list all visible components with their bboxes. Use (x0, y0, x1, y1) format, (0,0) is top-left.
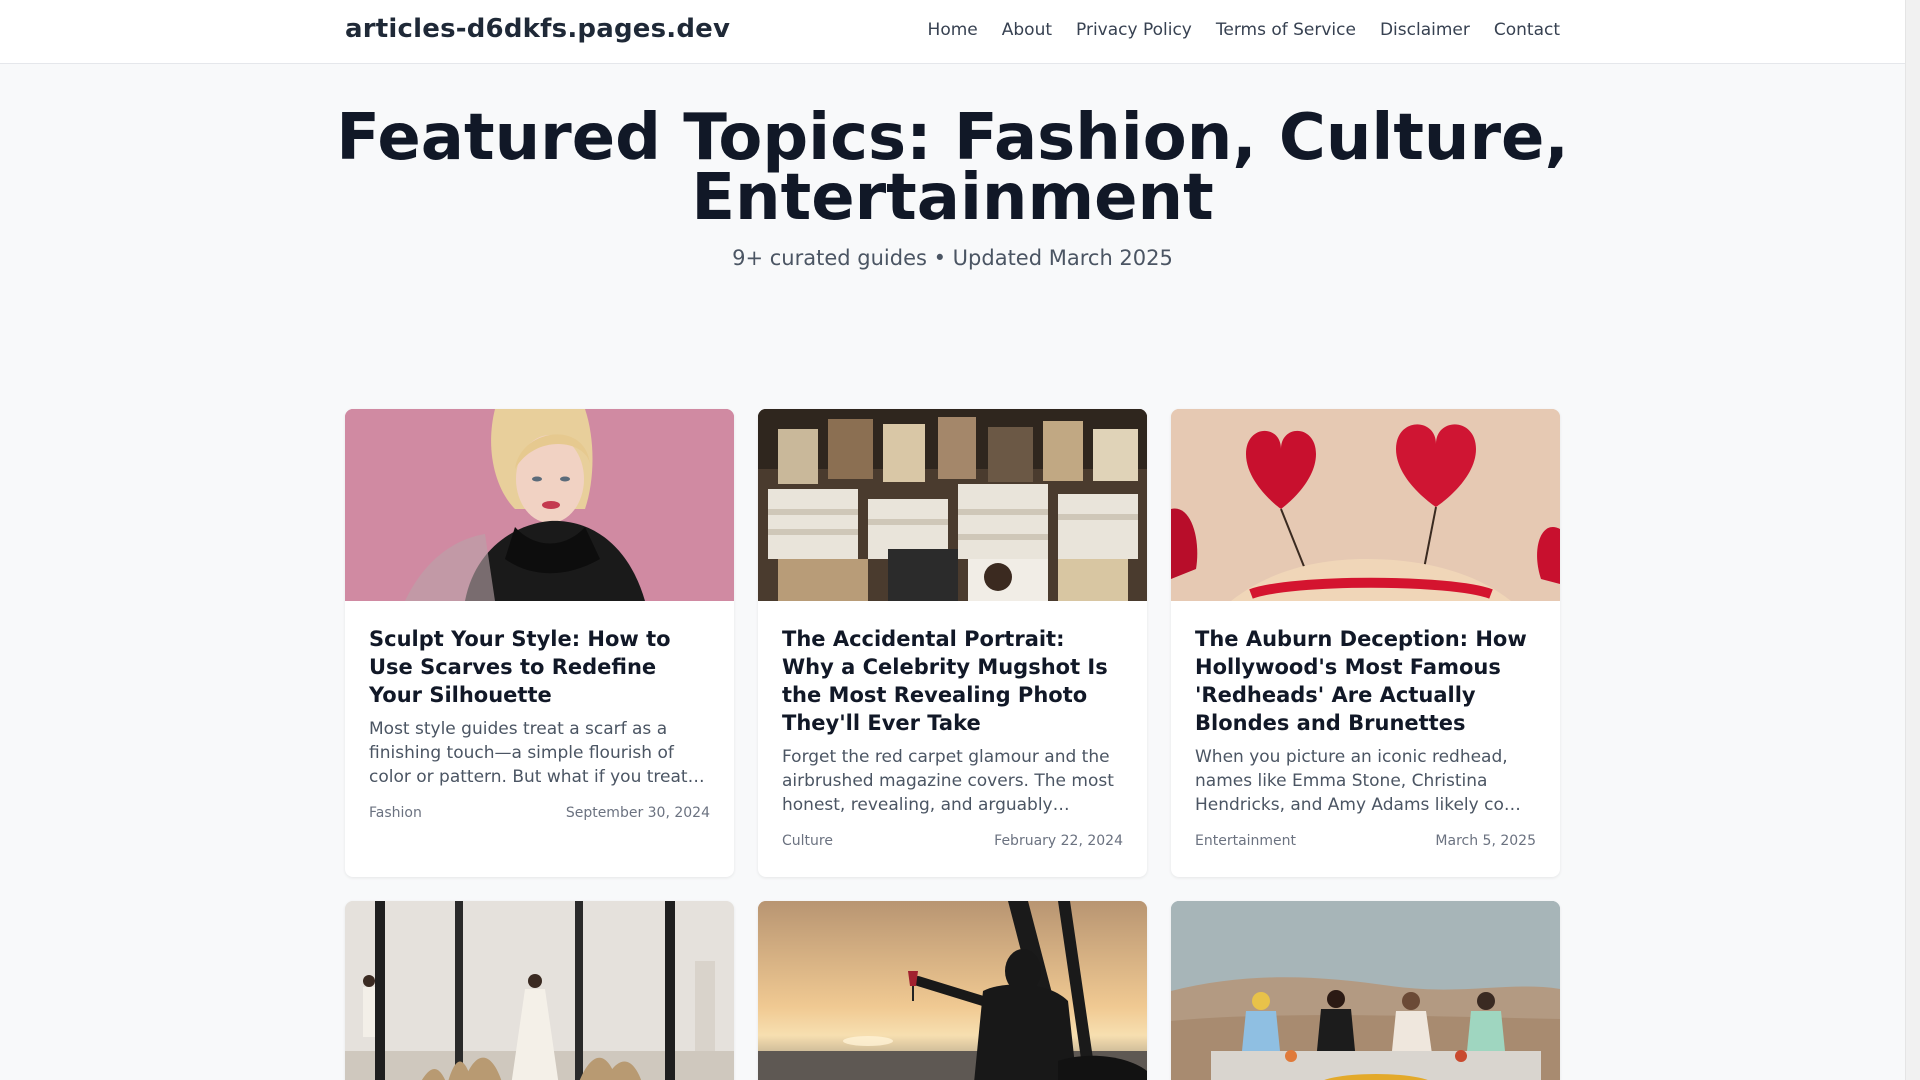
article-category: Culture (782, 833, 833, 849)
article-meta: Entertainment March 5, 2025 (1195, 833, 1536, 849)
article-date: February 22, 2024 (994, 833, 1123, 849)
article-excerpt: When you picture an iconic redhead, name… (1195, 747, 1531, 815)
article-thumbnail[interactable] (758, 409, 1147, 601)
article-excerpt: Forget the red carpet glamour and the ai… (782, 747, 1114, 815)
article-title[interactable]: Sculpt Your Style: How to Use Scarves to… (369, 625, 710, 709)
article-category: Entertainment (1195, 833, 1297, 849)
article-thumbnail[interactable] (758, 901, 1147, 1080)
article-card[interactable]: The Accidental Portrait: Why a Celebrity… (758, 409, 1147, 877)
main-nav: Home About Privacy Policy Terms of Servi… (928, 20, 1560, 40)
article-card-body: The Accidental Portrait: Why a Celebrity… (758, 601, 1147, 877)
article-card[interactable]: The Auburn Deception: How Hollywood's Mo… (1171, 409, 1560, 877)
nav-terms-of-service[interactable]: Terms of Service (1216, 20, 1356, 40)
article-card[interactable] (345, 901, 734, 1080)
nav-about[interactable]: About (1002, 20, 1052, 40)
heart-headband-image (1171, 409, 1560, 601)
nav-home[interactable]: Home (928, 20, 978, 40)
article-grid: Sculpt Your Style: How to Use Scarves to… (345, 409, 1561, 1080)
article-thumbnail[interactable] (1171, 409, 1560, 601)
article-thumbnail[interactable] (345, 901, 734, 1080)
magazines-image (758, 409, 1147, 601)
article-card[interactable] (1171, 901, 1560, 1080)
page-title: Featured Topics: Fashion, Culture, Enter… (336, 101, 1569, 235)
runway-image (345, 901, 734, 1080)
site-brand-link[interactable]: articles-d6dkfs.pages.dev (345, 14, 730, 44)
article-card[interactable] (758, 901, 1147, 1080)
article-card-body: The Auburn Deception: How Hollywood's Mo… (1171, 601, 1560, 877)
article-meta: Culture February 22, 2024 (782, 833, 1123, 849)
article-thumbnail[interactable] (345, 409, 734, 601)
article-title[interactable]: The Auburn Deception: How Hollywood's Mo… (1195, 625, 1536, 737)
article-date: March 5, 2025 (1435, 833, 1536, 849)
page-subtitle: 9+ curated guides • Updated March 2025 (732, 246, 1173, 270)
article-category: Fashion (369, 805, 422, 821)
article-excerpt: Most style guides treat a scarf as a fin… (369, 719, 709, 787)
site-header: articles-d6dkfs.pages.dev Home About Pri… (0, 0, 1905, 64)
article-meta: Fashion September 30, 2024 (369, 805, 710, 821)
article-date: September 30, 2024 (565, 805, 710, 821)
article-card-body: Sculpt Your Style: How to Use Scarves to… (345, 601, 734, 849)
nav-privacy-policy[interactable]: Privacy Policy (1076, 20, 1192, 40)
nav-disclaimer[interactable]: Disclaimer (1380, 20, 1470, 40)
article-title[interactable]: The Accidental Portrait: Why a Celebrity… (782, 625, 1123, 737)
sunset-silhouette-image (758, 901, 1147, 1080)
hero-section: Featured Topics: Fashion, Culture, Enter… (0, 101, 1905, 270)
woman-scarf-image (345, 409, 734, 601)
desert-dinner-image (1171, 901, 1560, 1080)
nav-contact[interactable]: Contact (1494, 20, 1560, 40)
article-thumbnail[interactable] (1171, 901, 1560, 1080)
scrollbar-thumb[interactable] (1909, 0, 1918, 1080)
article-card[interactable]: Sculpt Your Style: How to Use Scarves to… (345, 409, 734, 877)
page-scrollbar[interactable] (1905, 0, 1920, 1080)
